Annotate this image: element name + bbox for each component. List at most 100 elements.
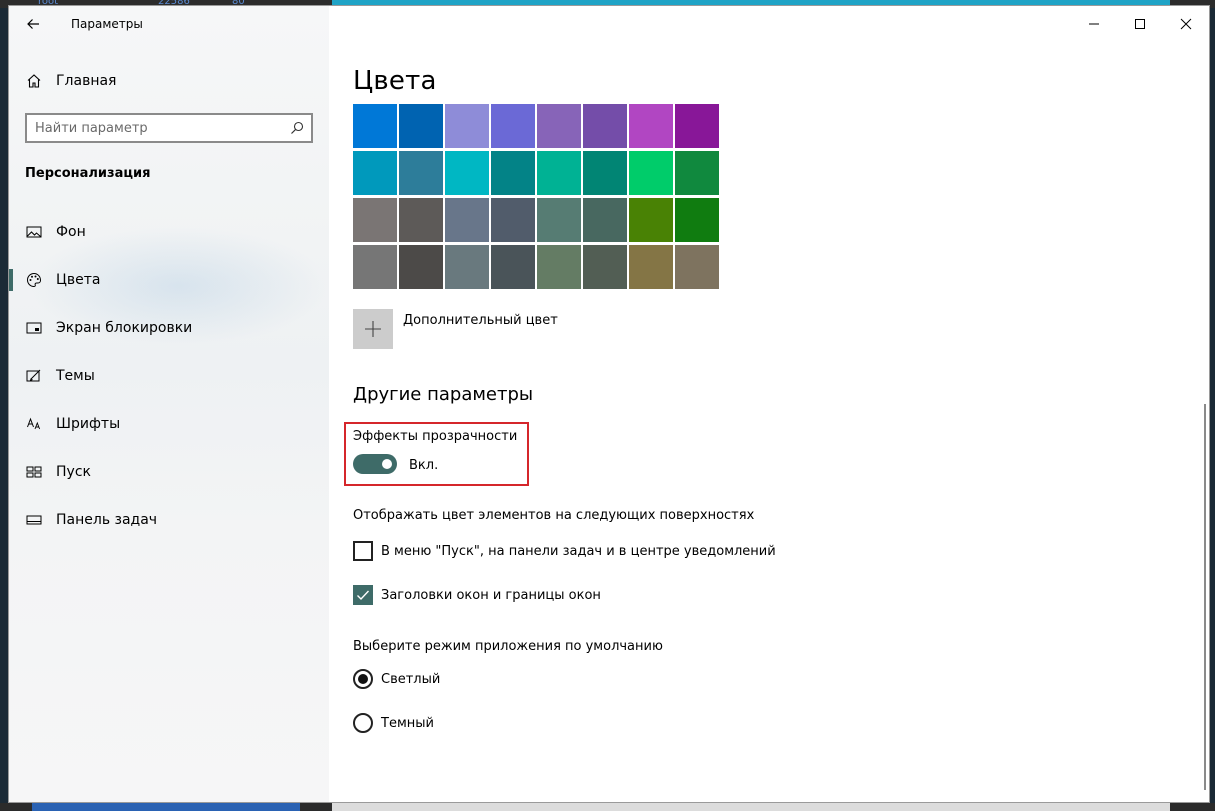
color-swatch[interactable] <box>583 104 627 148</box>
checkbox-label: В меню "Пуск", на панели задач и в центр… <box>381 543 776 559</box>
color-swatch[interactable] <box>399 198 443 242</box>
palette-icon <box>25 271 43 289</box>
content-pane: Цвета Дополнительный цвет Другие парамет… <box>329 6 1209 802</box>
checkbox-label: Заголовки окон и границы окон <box>381 587 601 603</box>
search-input[interactable] <box>35 119 275 137</box>
background-blue-strip <box>32 803 300 811</box>
color-swatch[interactable] <box>537 245 581 289</box>
app-mode-label: Выберите режим приложения по умолчанию <box>353 639 663 654</box>
sidebar-item-label: Фон <box>56 224 86 240</box>
nav-list: Фон Цвета Экран блокировки Темы Шрифты П… <box>9 208 329 544</box>
color-swatch[interactable] <box>445 104 489 148</box>
custom-color-label: Дополнительный цвет <box>403 313 558 328</box>
close-icon <box>1180 18 1192 30</box>
page-title: Цвета <box>353 66 437 96</box>
sidebar-item-label: Панель задач <box>56 512 158 528</box>
radio-button[interactable] <box>353 669 373 689</box>
color-swatch[interactable] <box>353 104 397 148</box>
color-swatch[interactable] <box>629 198 673 242</box>
color-swatch[interactable] <box>583 245 627 289</box>
nav-home[interactable]: Главная <box>25 68 116 94</box>
checkbox-box[interactable] <box>353 541 373 561</box>
color-swatch[interactable] <box>491 245 535 289</box>
checkbox-box[interactable] <box>353 585 373 605</box>
custom-color-button[interactable]: Дополнительный цвет <box>353 309 558 349</box>
selection-indicator <box>9 269 13 291</box>
color-swatch[interactable] <box>629 245 673 289</box>
color-swatch[interactable] <box>445 245 489 289</box>
checkmark-icon <box>357 590 370 601</box>
background-bottom-strip <box>0 803 1215 811</box>
color-swatch[interactable] <box>399 104 443 148</box>
radio-light[interactable]: Светлый <box>353 669 440 689</box>
sidebar-item-lock-screen[interactable]: Экран блокировки <box>9 304 329 352</box>
search-icon[interactable] <box>289 120 305 136</box>
color-swatch[interactable] <box>537 151 581 195</box>
color-swatch[interactable] <box>675 198 719 242</box>
radio-label: Светлый <box>381 671 441 687</box>
color-swatch[interactable] <box>675 151 719 195</box>
sidebar-item-background[interactable]: Фон <box>9 208 329 256</box>
sidebar-item-fonts[interactable]: Шрифты <box>9 400 329 448</box>
sidebar-item-label: Цвета <box>56 272 101 288</box>
search-box[interactable] <box>25 113 313 143</box>
fonts-icon <box>25 415 43 433</box>
plus-icon <box>353 309 393 349</box>
transparency-label: Эффекты прозрачности <box>353 429 518 444</box>
sidebar: Параметры Главная Персонализация Фон <box>9 6 329 802</box>
color-swatch[interactable] <box>399 151 443 195</box>
window-controls <box>1071 6 1209 42</box>
color-swatch[interactable] <box>537 198 581 242</box>
close-button[interactable] <box>1163 6 1209 42</box>
sidebar-item-themes[interactable]: Темы <box>9 352 329 400</box>
sidebar-item-label: Экран блокировки <box>56 320 193 336</box>
color-swatch[interactable] <box>353 245 397 289</box>
color-swatch[interactable] <box>353 198 397 242</box>
color-swatch[interactable] <box>583 151 627 195</box>
radio-label: Темный <box>381 715 434 731</box>
sidebar-item-start[interactable]: Пуск <box>9 448 329 496</box>
checkbox-title-bars[interactable]: Заголовки окон и границы окон <box>353 585 601 605</box>
lock-screen-icon <box>25 319 43 337</box>
radio-dark[interactable]: Темный <box>353 713 434 733</box>
titlebar: Параметры <box>9 6 329 42</box>
color-swatch[interactable] <box>629 151 673 195</box>
taskbar-icon <box>25 511 43 529</box>
background-toolbar-strip <box>332 803 1170 811</box>
surfaces-label: Отображать цвет элементов на следующих п… <box>353 508 755 523</box>
color-swatch[interactable] <box>675 245 719 289</box>
color-swatch[interactable] <box>399 245 443 289</box>
color-swatch[interactable] <box>491 104 535 148</box>
color-swatch[interactable] <box>583 198 627 242</box>
toggle-knob <box>382 459 392 469</box>
minimize-button[interactable] <box>1071 6 1117 42</box>
checkbox-start-taskbar[interactable]: В меню "Пуск", на панели задач и в центр… <box>353 541 776 561</box>
sidebar-item-taskbar[interactable]: Панель задач <box>9 496 329 544</box>
sidebar-item-label: Шрифты <box>56 416 121 432</box>
color-swatch[interactable] <box>491 198 535 242</box>
scrollbar[interactable] <box>1204 404 1206 790</box>
color-swatch[interactable] <box>445 198 489 242</box>
color-swatch[interactable] <box>491 151 535 195</box>
toggle-state-label: Вкл. <box>409 458 439 473</box>
radio-button[interactable] <box>353 713 373 733</box>
other-settings-heading: Другие параметры <box>353 384 534 405</box>
color-swatch-grid <box>353 104 721 289</box>
color-swatch[interactable] <box>445 151 489 195</box>
settings-window: Параметры Главная Персонализация Фон <box>8 5 1210 803</box>
sidebar-item-label: Пуск <box>56 464 91 480</box>
radio-dot <box>358 674 368 684</box>
back-button[interactable] <box>21 12 45 36</box>
transparency-toggle[interactable] <box>353 454 397 474</box>
color-swatch[interactable] <box>629 104 673 148</box>
sidebar-item-colors[interactable]: Цвета <box>9 256 329 304</box>
color-swatch[interactable] <box>537 104 581 148</box>
picture-icon <box>25 223 43 241</box>
maximize-icon <box>1135 19 1145 29</box>
color-swatch[interactable] <box>675 104 719 148</box>
color-swatch[interactable] <box>353 151 397 195</box>
section-title: Персонализация <box>25 166 151 181</box>
sidebar-item-label: Темы <box>56 368 95 384</box>
maximize-button[interactable] <box>1117 6 1163 42</box>
home-icon <box>25 72 43 90</box>
